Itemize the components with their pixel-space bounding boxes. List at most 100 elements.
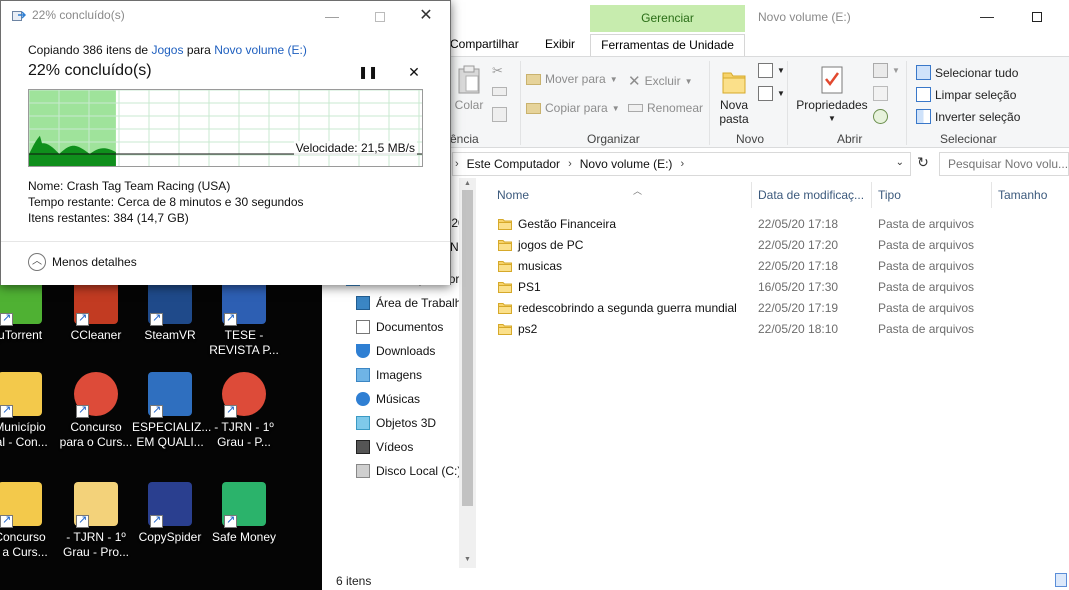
maximize-button[interactable] xyxy=(1014,0,1060,32)
copy-path-button[interactable] xyxy=(492,87,507,96)
select-all-button[interactable]: Selecionar tudo xyxy=(916,65,1018,80)
nav-item-label: Disco Local (C:) xyxy=(376,464,462,478)
properties-button[interactable]: Propriedades ▼ xyxy=(796,65,868,126)
file-row[interactable]: PS1 16/05/20 17:30 Pasta de arquivos xyxy=(480,277,1069,298)
rename-button[interactable]: Renomear xyxy=(628,101,703,115)
file-row[interactable]: Gestão Financeira 22/05/20 17:18 Pasta de … xyxy=(480,214,1069,235)
cut-button[interactable]: ✂ xyxy=(492,63,507,78)
breadcrumb-este-computador[interactable]: Este Computador xyxy=(467,157,560,171)
easy-access-button[interactable]: ▼ xyxy=(758,86,785,101)
paste-shortcut-button[interactable] xyxy=(492,107,507,122)
nav-musicas[interactable]: Músicas xyxy=(356,388,420,410)
tab-compartilhar[interactable]: Compartilhar xyxy=(450,37,519,51)
desktop-icon[interactable]: μTorrent xyxy=(0,280,58,343)
column-header-type[interactable]: Tipo xyxy=(878,188,901,202)
shortcut-arrow-icon xyxy=(224,403,237,418)
chevron-up-icon: ︿ xyxy=(28,253,46,271)
nav-videos[interactable]: Vídeos xyxy=(356,436,413,458)
details-view-icon[interactable] xyxy=(1055,573,1067,587)
nav-area-de-trabalho[interactable]: Área de Trabalho xyxy=(356,292,468,314)
scroll-down-icon[interactable]: ▼ xyxy=(459,556,476,563)
nav-item-label: Imagens xyxy=(376,368,423,382)
dialog-minimize-button[interactable]: — xyxy=(309,1,355,31)
file-name: ps2 xyxy=(518,322,538,336)
search-box[interactable] xyxy=(939,152,1069,176)
app-icon xyxy=(74,372,118,418)
copy-to-button[interactable]: Copiar para ▼ xyxy=(526,101,620,115)
name-label: Nome: xyxy=(28,179,64,193)
file-row[interactable]: jogos de PC 22/05/20 17:20 Pasta de arquiv… xyxy=(480,235,1069,256)
nav-item-label: Objetos 3D xyxy=(376,416,437,430)
column-header-size[interactable]: Tamanho xyxy=(998,188,1047,202)
edit-button[interactable] xyxy=(873,86,888,101)
new-folder-label: Nova pasta xyxy=(719,98,749,126)
close-icon: ✕ xyxy=(419,7,433,24)
copy-to-icon xyxy=(526,102,541,114)
open-icon xyxy=(873,63,888,78)
chevron-down-icon[interactable]: ⌄ xyxy=(896,157,904,168)
nav-disco-local[interactable]: Disco Local (C:) xyxy=(356,460,461,482)
desktop-icon[interactable]: - TJRN - 1º Grau - Pro... xyxy=(58,482,134,560)
maximize-icon xyxy=(1032,12,1042,23)
desktop-icon-label: ESPECIALIZ... EM QUALI... xyxy=(132,420,212,449)
docs-icon xyxy=(356,320,370,334)
desktop-icon[interactable]: Município tal - Con... xyxy=(0,372,58,450)
less-details-button[interactable]: ︿ Menos detalhes xyxy=(28,253,137,271)
file-row[interactable]: ps2 22/05/20 18:10 Pasta de arquivos xyxy=(480,319,1069,340)
invert-selection-button[interactable]: Inverter seleção xyxy=(916,109,1020,124)
nav-imagens[interactable]: Imagens xyxy=(356,364,422,386)
desktop-icon[interactable]: - TJRN - 1º Grau - P... xyxy=(206,372,282,450)
dialog-close-button[interactable]: ✕ xyxy=(403,1,449,31)
tab-exibir[interactable]: Exibir xyxy=(545,37,575,51)
refresh-button[interactable]: ↻ xyxy=(913,154,933,174)
desktop-icon[interactable]: CCleaner xyxy=(58,280,134,343)
cancel-copy-button[interactable]: ✕ xyxy=(404,63,424,81)
paste-button[interactable]: Colar xyxy=(454,65,484,112)
delete-button[interactable]: ✕ Excluir ▼ xyxy=(628,72,693,90)
chevron-down-icon: ▼ xyxy=(777,66,785,75)
downloads-icon xyxy=(356,344,370,358)
desktop-icon-label: CopySpider xyxy=(138,530,202,544)
destination-link[interactable]: Novo volume (E:) xyxy=(214,43,307,57)
desktop-icon[interactable]: ESPECIALIZ... EM QUALI... xyxy=(132,372,212,450)
history-button[interactable] xyxy=(873,109,888,124)
nav-downloads[interactable]: Downloads xyxy=(356,340,435,362)
copy-description: Copiando 386 itens de Jogos para Novo vo… xyxy=(28,43,307,57)
desktop-icon[interactable]: CopySpider xyxy=(132,482,208,545)
search-input[interactable] xyxy=(940,153,1068,175)
shortcut-arrow-icon xyxy=(224,513,237,528)
app-icon xyxy=(148,280,192,326)
desktop-icon-label: Município tal - Con... xyxy=(0,420,48,449)
desktop-icon[interactable]: SteamVR xyxy=(132,280,208,343)
file-row[interactable]: redescobrindo a segunda guerra mundial 22… xyxy=(480,298,1069,319)
nav-documentos[interactable]: Documentos xyxy=(356,316,443,338)
select-none-button[interactable]: Limpar seleção xyxy=(916,87,1016,102)
desktop-icon[interactable]: Concurso o a Curs... xyxy=(0,482,58,560)
percent-complete: 22% concluído(s) xyxy=(28,62,152,79)
desktop-icon[interactable]: Safe Money xyxy=(206,482,282,545)
source-link[interactable]: Jogos xyxy=(151,43,183,57)
column-header-name[interactable]: ︿ Nome xyxy=(497,186,642,202)
file-row[interactable]: musicas 22/05/20 17:18 Pasta de arquivos xyxy=(480,256,1069,277)
group-label-organizar: Organizar xyxy=(587,132,640,146)
new-folder-button[interactable]: Nova pasta xyxy=(716,65,752,126)
desktop-icon[interactable]: Concurso para o Curs... xyxy=(58,372,134,450)
address-field[interactable]: › Este Computador › Novo volume (E:) › ⌄ xyxy=(452,152,911,176)
nav-objetos-3d[interactable]: Objetos 3D xyxy=(356,412,436,434)
chevron-down-icon: ▼ xyxy=(611,103,620,113)
nav-scroll-thumb[interactable] xyxy=(462,190,473,506)
column-header-date[interactable]: Data de modificaç... xyxy=(758,188,864,202)
dialog-maximize-button[interactable] xyxy=(357,1,403,31)
breadcrumb-novo-volume[interactable]: Novo volume (E:) xyxy=(580,157,673,171)
status-bar: 6 itens xyxy=(322,570,1069,590)
pause-button[interactable]: ❚❚ xyxy=(358,63,378,81)
desktop-icon[interactable]: TESE - REVISTA P... xyxy=(206,280,282,358)
new-item-button[interactable]: ▼ xyxy=(758,63,785,78)
open-button[interactable]: ▼ xyxy=(873,63,900,78)
nav-scrollbar[interactable]: ▲ ▼ xyxy=(459,178,476,568)
shortcut-arrow-icon xyxy=(150,403,163,418)
minimize-button[interactable]: — xyxy=(964,0,1010,32)
tab-ferramentas-de-unidade[interactable]: Ferramentas de Unidade xyxy=(590,34,745,56)
move-to-button[interactable]: Mover para ▼ xyxy=(526,72,618,86)
scroll-up-icon[interactable]: ▲ xyxy=(459,180,476,187)
